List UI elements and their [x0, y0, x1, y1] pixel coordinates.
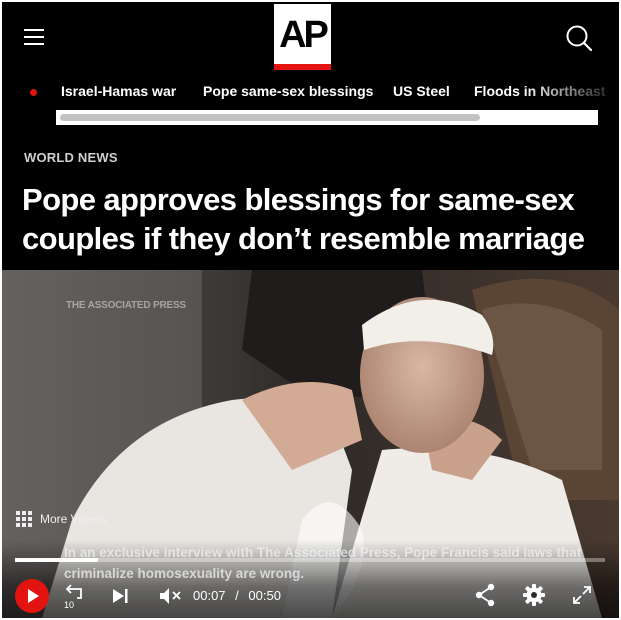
video-player[interactable]: THE ASSOCIATED PRESS More Videos In an e… [2, 270, 619, 618]
progress-fill [15, 558, 98, 562]
video-time-display: 00:07 / 00:50 [193, 588, 281, 603]
mute-button[interactable] [158, 585, 184, 607]
article-headline: Pope approves blessings for same-sex cou… [22, 182, 585, 256]
logo-text: AP [279, 13, 329, 56]
time-separator: / [235, 588, 239, 603]
trending-link-israel-hamas[interactable]: Israel-Hamas war [61, 83, 176, 99]
skip-next-icon [113, 589, 128, 603]
share-icon [475, 583, 495, 607]
play-icon [28, 589, 39, 603]
horizontal-scrollbar[interactable] [56, 110, 598, 125]
top-navigation: AP [2, 2, 619, 72]
article-page: AP Israel-Hamas war Pope same-sex blessi… [2, 2, 619, 618]
section-label[interactable]: WORLD NEWS [24, 150, 118, 165]
trending-topics-bar: Israel-Hamas war Pope same-sex blessings… [2, 78, 619, 108]
settings-button[interactable] [522, 583, 546, 607]
rewind-seconds: 10 [64, 600, 74, 610]
video-progress-bar[interactable] [15, 558, 605, 562]
share-button[interactable] [474, 583, 496, 607]
hamburger-menu-button[interactable] [24, 29, 44, 45]
fullscreen-icon [573, 586, 591, 604]
search-icon[interactable] [565, 24, 593, 52]
more-videos-button[interactable]: More Videos [16, 511, 107, 527]
play-button[interactable] [15, 579, 49, 613]
rewind-icon: 10 [64, 584, 82, 610]
next-video-button[interactable] [110, 586, 132, 606]
video-watermark: THE ASSOCIATED PRESS [66, 300, 186, 311]
grid-icon [16, 511, 32, 527]
hamburger-icon [24, 29, 44, 31]
trending-link-floods[interactable]: Floods in Northeast [474, 83, 605, 99]
trending-link-pope-blessings[interactable]: Pope same-sex blessings [203, 83, 373, 99]
trending-link-us-steel[interactable]: US Steel [393, 83, 450, 99]
live-dot-icon [30, 89, 37, 96]
video-caption: In an exclusive interview with The Assoc… [64, 545, 582, 581]
scrollbar-thumb[interactable] [60, 114, 480, 121]
rewind-10-button[interactable]: 10 [62, 583, 88, 611]
ap-logo[interactable]: AP [274, 4, 331, 70]
volume-muted-icon [160, 588, 181, 604]
fullscreen-button[interactable] [572, 585, 592, 605]
current-time: 00:07 [193, 588, 226, 603]
more-videos-label: More Videos [40, 512, 108, 526]
duration: 00:50 [248, 588, 281, 603]
gear-icon [523, 584, 545, 606]
